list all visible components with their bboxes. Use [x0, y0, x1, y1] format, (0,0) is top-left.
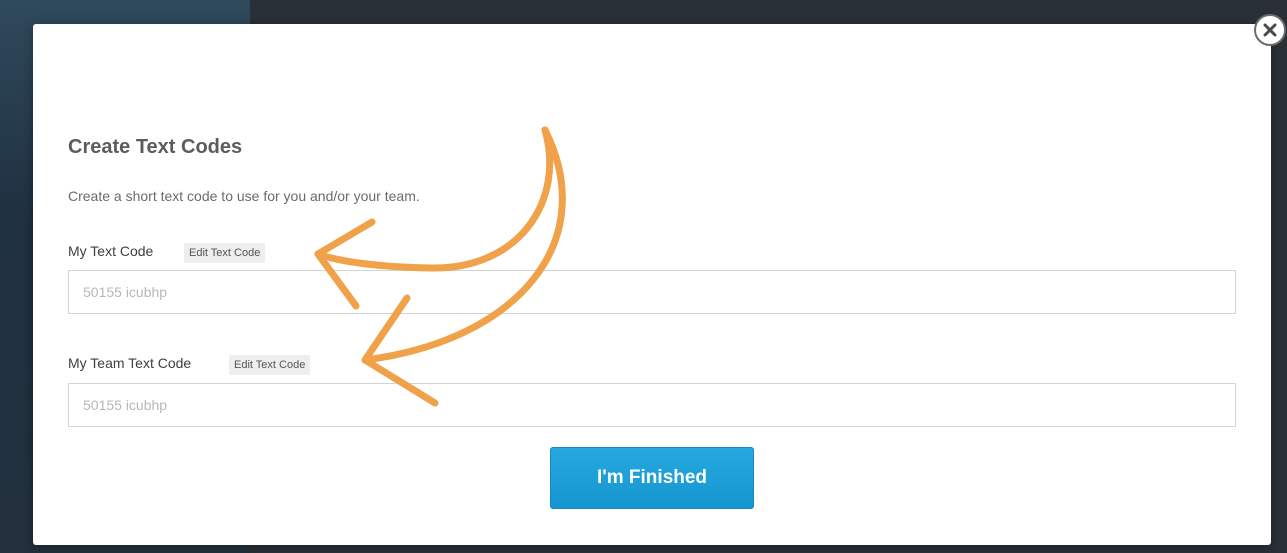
edit-my-text-code-button[interactable]: Edit Text Code — [184, 243, 266, 263]
modal-subtitle: Create a short text code to use for you … — [68, 188, 420, 204]
finish-button[interactable]: I'm Finished — [550, 447, 754, 509]
edit-team-text-code-button[interactable]: Edit Text Code — [229, 355, 311, 375]
close-icon — [1263, 23, 1277, 37]
my-team-text-code-label: My Team Text Code — [68, 355, 192, 371]
my-text-code-input[interactable] — [68, 270, 1236, 314]
modal-title: Create Text Codes — [68, 136, 243, 158]
close-button[interactable] — [1254, 14, 1286, 46]
my-text-code-label: My Text Code — [68, 243, 154, 259]
my-team-text-code-input[interactable] — [68, 383, 1236, 427]
